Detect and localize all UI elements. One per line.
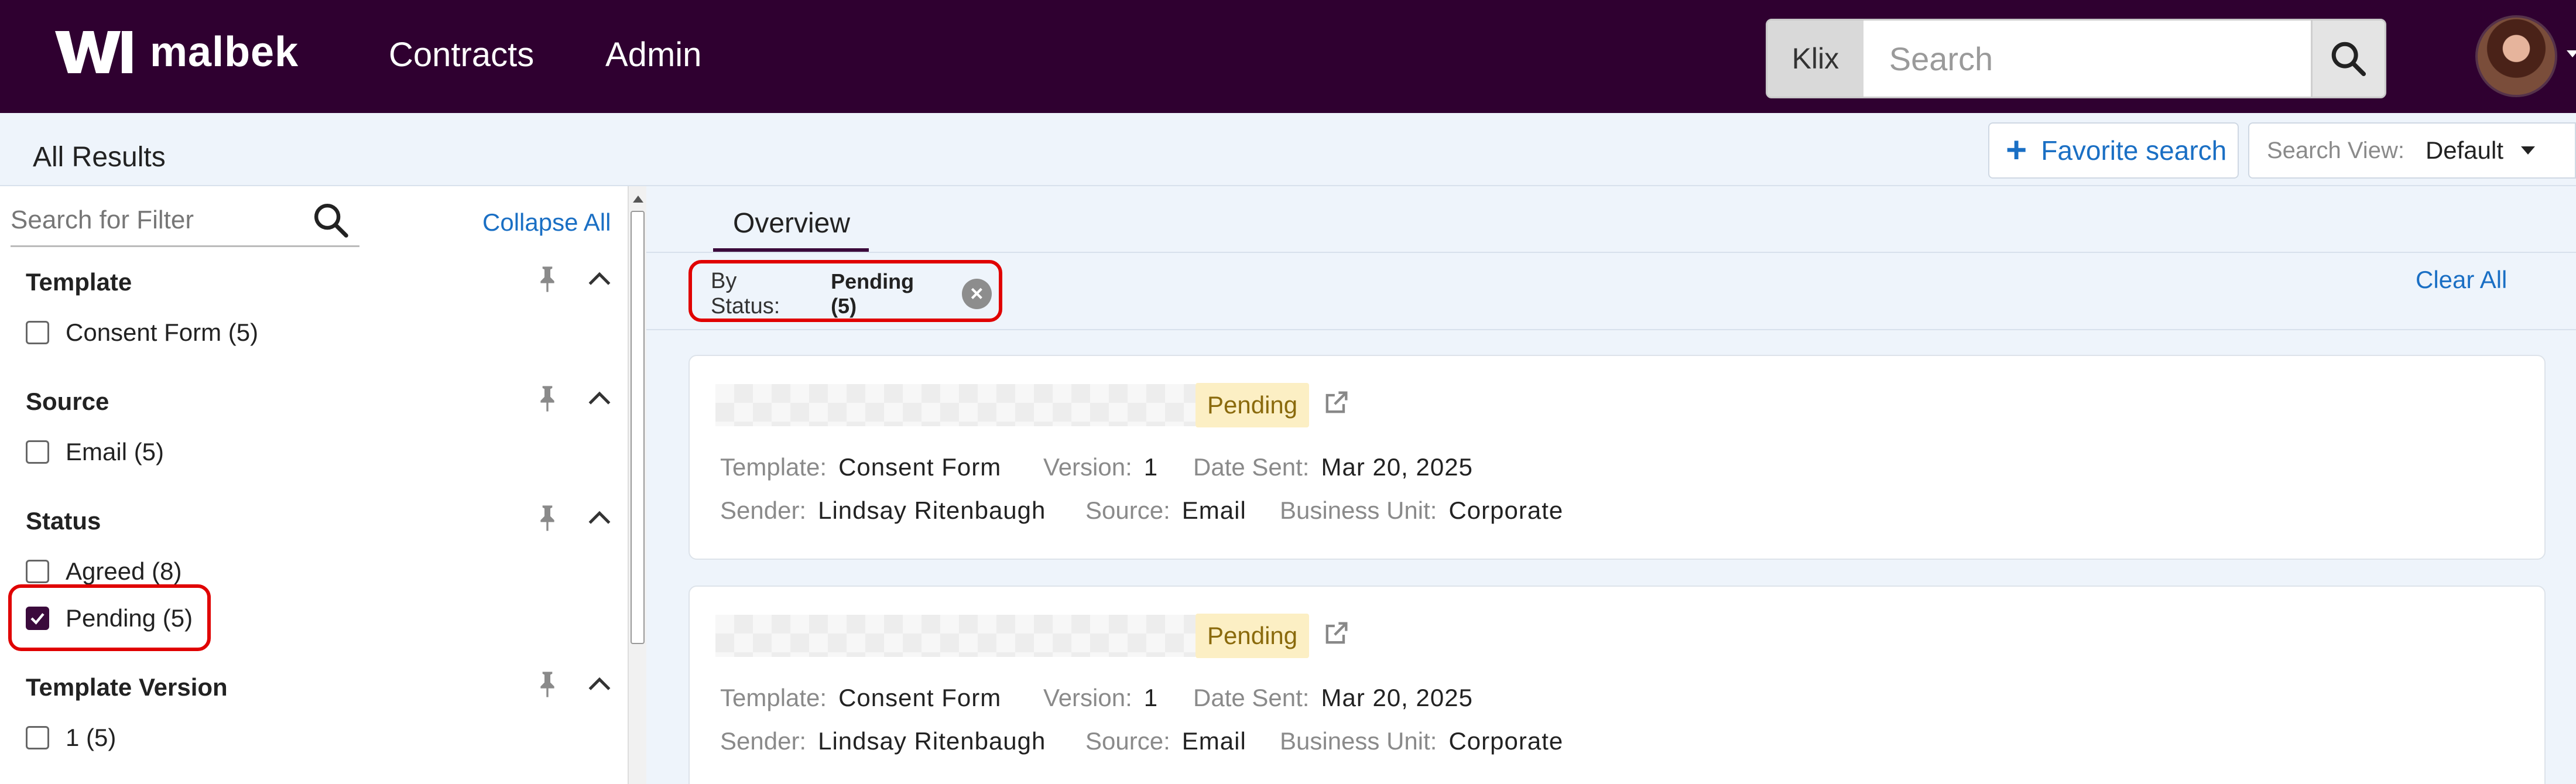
favorite-search-label: Favorite search <box>2041 135 2227 166</box>
search-view-label: Search View: <box>2267 137 2404 163</box>
search-scope-selector[interactable]: Klix <box>1767 20 1864 97</box>
highlight-box <box>688 260 1002 322</box>
pin-icon[interactable] <box>537 670 557 699</box>
chevron-up-icon[interactable] <box>588 675 611 692</box>
meta-date-sent: Date Sent: Mar 20, 2025 <box>1193 684 1473 711</box>
status-badge: Pending <box>1195 383 1310 427</box>
external-link-icon[interactable] <box>1321 618 1351 649</box>
checkbox[interactable] <box>26 440 49 464</box>
highlight-box <box>8 584 211 651</box>
search-icon <box>2332 42 2366 77</box>
facet-title: Source <box>26 388 109 415</box>
chevron-up-icon[interactable] <box>588 389 611 406</box>
collapse-all-link[interactable]: Collapse All <box>482 208 611 237</box>
pin-icon[interactable] <box>537 504 557 533</box>
chevron-up-icon[interactable] <box>588 269 611 287</box>
user-avatar[interactable] <box>2475 15 2557 97</box>
facet-title: Template <box>26 268 132 296</box>
page-title: All Results <box>33 142 166 173</box>
malbek-logo[interactable]: malbek <box>53 28 299 76</box>
chevron-up-icon[interactable] <box>588 508 611 526</box>
status-badge: Pending <box>1195 614 1310 658</box>
favorite-search-button[interactable]: + Favorite search <box>1988 122 2239 179</box>
filter-option-label: Email (5) <box>66 438 165 465</box>
meta-version: Version: 1 <box>1043 684 1159 711</box>
nav-contracts[interactable]: Contracts <box>389 35 534 74</box>
meta-source: Source: Email <box>1085 497 1246 524</box>
meta-sender: Sender: Lindsay Ritenbaugh <box>720 497 1046 524</box>
meta-business-unit: Business Unit: Corporate <box>1280 497 1564 524</box>
plus-icon: + <box>2006 130 2027 170</box>
filter-option-email[interactable]: Email (5) <box>26 438 164 466</box>
meta-template: Template: Consent Form <box>720 453 1002 481</box>
filter-search-input[interactable] <box>11 205 303 235</box>
search-view-select[interactable]: Search View: Default <box>2248 122 2576 179</box>
user-menu-caret-icon[interactable] <box>2567 50 2576 57</box>
filter-option-agreed[interactable]: Agreed (8) <box>26 557 181 586</box>
pin-icon[interactable] <box>537 265 557 294</box>
checkbox[interactable] <box>26 321 49 344</box>
filter-option-label: Agreed (8) <box>66 557 182 585</box>
search-view-value: Default <box>2425 136 2504 164</box>
meta-sender: Sender: Lindsay Ritenbaugh <box>720 727 1046 755</box>
filter-search <box>11 194 359 247</box>
filter-option-label: Consent Form (5) <box>66 319 259 346</box>
search-button[interactable] <box>2310 20 2385 97</box>
filter-option-label: 1 (5) <box>66 724 117 751</box>
redacted-title[interactable] <box>715 384 1195 426</box>
sidebar-scrollbar[interactable] <box>628 186 646 784</box>
result-card[interactable]: Pending Template: Consent Form Version: 1 … <box>688 586 2546 784</box>
scroll-up-arrow-icon[interactable] <box>633 196 643 203</box>
filter-option-consent-form[interactable]: Consent Form (5) <box>26 319 258 347</box>
checkbox[interactable] <box>26 726 49 749</box>
pin-icon[interactable] <box>537 384 557 413</box>
meta-version: Version: 1 <box>1043 453 1159 481</box>
result-card[interactable]: Pending Template: Consent Form Version: 1 … <box>688 355 2546 560</box>
external-link-icon[interactable] <box>1321 388 1351 418</box>
tabs-divider <box>646 252 2576 253</box>
meta-date-sent: Date Sent: Mar 20, 2025 <box>1193 453 1473 481</box>
malbek-logo-icon <box>55 31 132 73</box>
chips-divider <box>646 329 2576 330</box>
caret-down-icon <box>2521 146 2536 155</box>
results-subheader: All Results + Favorite search Search Vie… <box>0 113 2576 186</box>
meta-source: Source: Email <box>1085 727 1246 755</box>
nav-admin[interactable]: Admin <box>605 35 701 74</box>
tab-overview[interactable]: Overview <box>733 207 850 239</box>
search-icon[interactable] <box>310 200 351 241</box>
meta-template: Template: Consent Form <box>720 684 1002 711</box>
scroll-thumb[interactable] <box>631 211 645 644</box>
checkbox[interactable] <box>26 560 49 583</box>
filter-sidebar: Collapse All Template Consent Form (5) S… <box>0 186 628 784</box>
facet-title: Status <box>26 507 101 535</box>
facet-title: Template Version <box>26 673 228 701</box>
top-navbar: malbek Contracts Admin Klix <box>0 0 2576 113</box>
redacted-title[interactable] <box>715 615 1195 657</box>
global-search-input[interactable] <box>1863 20 2311 97</box>
brand-name: malbek <box>150 29 299 76</box>
global-search: Klix <box>1766 19 2386 98</box>
clear-all-link[interactable]: Clear All <box>2416 266 2507 294</box>
filter-option-version-1[interactable]: 1 (5) <box>26 724 116 752</box>
meta-business-unit: Business Unit: Corporate <box>1280 727 1564 755</box>
